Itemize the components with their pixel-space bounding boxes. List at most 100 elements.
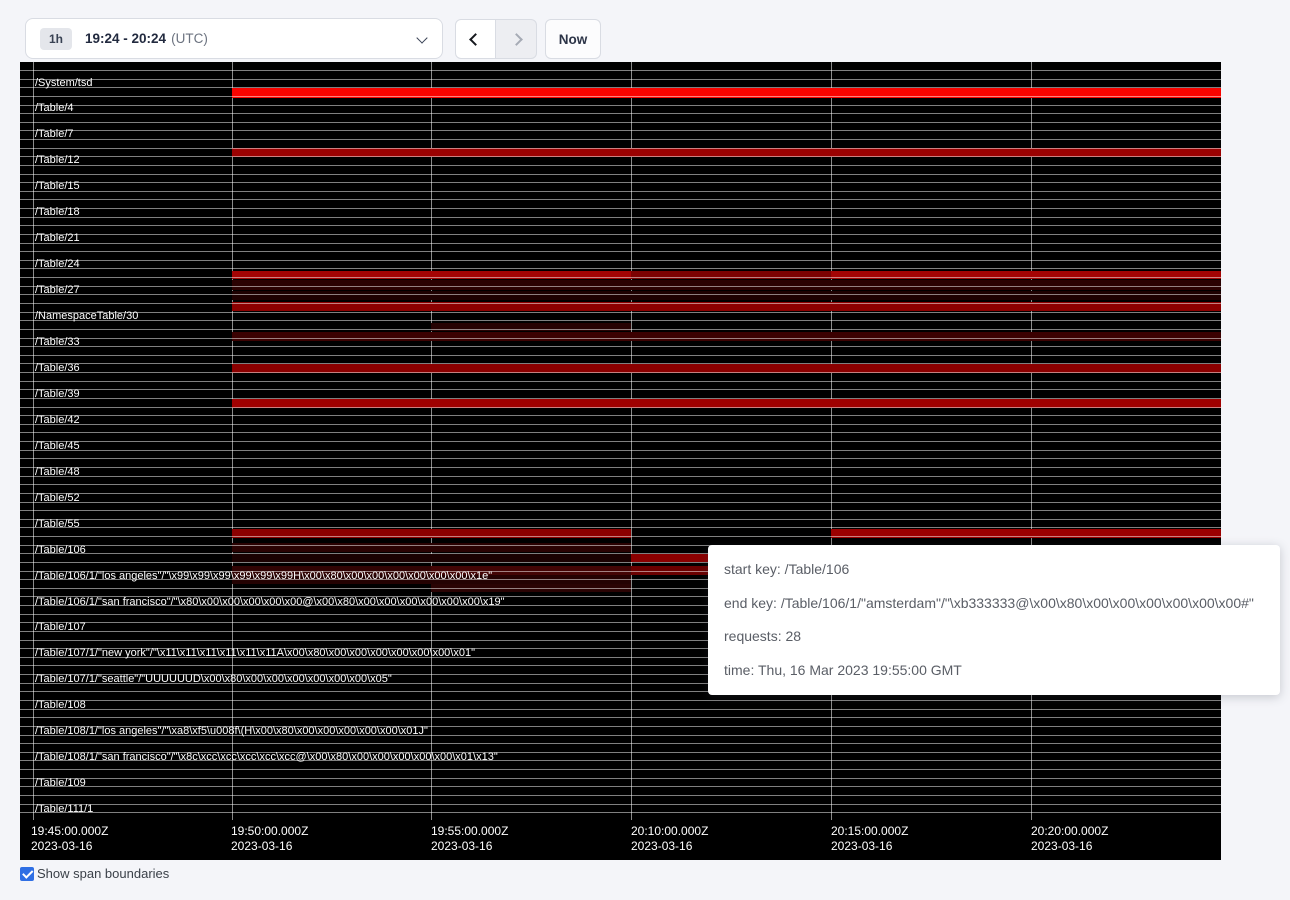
time-range-zone: (UTC) — [171, 31, 208, 46]
span-boundary-line — [20, 795, 1221, 796]
heatmap-row-label: /Table/106 — [35, 544, 86, 556]
heatmap-row-label: /Table/107/1/"seattle"/"UUUUUUD\x00\x80\… — [35, 673, 392, 685]
chevron-down-icon — [416, 32, 427, 43]
heatmap-band — [232, 554, 631, 562]
heatmap-band — [232, 332, 1221, 341]
heatmap-row-label: /Table/55 — [35, 518, 80, 530]
span-boundary-line — [20, 113, 1221, 114]
span-boundary-line — [20, 407, 1221, 408]
heatmap-row-label: /Table/48 — [35, 466, 80, 478]
span-boundary-line — [20, 338, 1221, 339]
time-range-text: 19:24 - 20:24 — [85, 31, 166, 46]
x-axis-tick: 19:50:00.000Z2023-03-16 — [231, 824, 308, 854]
span-boundary-line — [20, 804, 1221, 805]
heatmap-row-label: /Table/15 — [35, 180, 80, 192]
toolbar: 1h 19:24 - 20:24 (UTC) Now — [0, 0, 1290, 62]
x-axis-tick: 20:15:00.000Z2023-03-16 — [831, 824, 908, 854]
heatmap-row-label: /Table/24 — [35, 258, 80, 270]
key-visualizer-heatmap[interactable]: /System/tsd/Table/4/Table/7/Table/12/Tab… — [20, 62, 1221, 860]
span-boundary-line — [20, 105, 1221, 106]
span-boundary-line — [20, 96, 1221, 97]
span-boundary-line — [20, 493, 1221, 494]
x-axis-tick: 20:20:00.000Z2023-03-16 — [1031, 824, 1108, 854]
span-boundary-line — [20, 398, 1221, 399]
span-boundary-line — [20, 381, 1221, 382]
heatmap-row-label: /Table/106/1/"los angeles"/"\x99\x99\x99… — [35, 570, 492, 582]
span-boundary-line — [20, 217, 1221, 218]
span-boundary-line — [20, 251, 1221, 252]
span-boundary-line — [20, 277, 1221, 278]
heatmap-row-label: /Table/21 — [35, 232, 80, 244]
tooltip-requests: requests: 28 — [724, 620, 1264, 654]
x-axis-tick: 19:55:00.000Z2023-03-16 — [431, 824, 508, 854]
span-boundary-line — [20, 139, 1221, 140]
span-boundary-line — [20, 182, 1221, 183]
chevron-right-icon — [510, 33, 523, 46]
span-boundary-line — [20, 320, 1221, 321]
heatmap-row-label: /Table/4 — [35, 102, 74, 114]
heatmap-row-label: /Table/45 — [35, 440, 80, 452]
tooltip-time: time: Thu, 16 Mar 2023 19:55:00 GMT — [724, 654, 1264, 688]
span-boundary-line — [20, 502, 1221, 503]
heatmap-row-label: /Table/7 — [35, 128, 74, 140]
span-boundary-line — [20, 458, 1221, 459]
heatmap-row-label: /Table/36 — [35, 362, 80, 374]
span-boundary-line — [20, 130, 1221, 131]
heatmap-row-label: /System/tsd — [35, 77, 92, 89]
span-boundary-line — [20, 87, 1221, 88]
span-boundary-line — [20, 208, 1221, 209]
now-button[interactable]: Now — [545, 19, 601, 59]
span-boundary-line — [20, 79, 1221, 80]
span-boundary-line — [20, 312, 1221, 313]
time-range-selector[interactable]: 1h 19:24 - 20:24 (UTC) — [25, 18, 443, 59]
show-span-boundaries-checkbox[interactable] — [20, 867, 34, 881]
heatmap-row-label: /Table/111/1 — [35, 803, 93, 815]
span-boundary-line — [20, 286, 1221, 287]
span-boundary-line — [20, 700, 1221, 701]
footer: Show span boundaries — [20, 866, 169, 881]
span-boundary-line — [20, 769, 1221, 770]
span-boundary-line — [20, 156, 1221, 157]
heatmap-row-label: /Table/12 — [35, 154, 80, 166]
span-boundary-line — [20, 717, 1221, 718]
span-boundary-line — [20, 346, 1221, 347]
span-boundary-line — [20, 484, 1221, 485]
heatmap-row-label: /Table/52 — [35, 492, 80, 504]
span-boundary-line — [20, 812, 1221, 813]
next-range-button[interactable] — [496, 19, 537, 59]
span-boundary-line — [20, 268, 1221, 269]
span-boundary-line — [20, 786, 1221, 787]
span-boundary-line — [20, 329, 1221, 330]
heatmap-row-label: /Table/18 — [35, 206, 80, 218]
x-axis-tick: 20:10:00.000Z2023-03-16 — [631, 824, 708, 854]
time-nav-group — [455, 19, 537, 59]
span-boundary-line — [20, 424, 1221, 425]
span-boundary-line — [20, 294, 1221, 295]
span-boundary-line — [20, 510, 1221, 511]
span-boundary-line — [20, 450, 1221, 451]
span-boundary-line — [20, 743, 1221, 744]
x-axis-tick: 19:45:00.000Z2023-03-16 — [31, 824, 108, 854]
span-boundary-line — [20, 415, 1221, 416]
span-boundary-line — [20, 476, 1221, 477]
heatmap-row-label: /Table/109 — [35, 777, 86, 789]
span-boundary-line — [20, 243, 1221, 244]
chevron-left-icon — [469, 33, 482, 46]
heatmap-band — [232, 291, 1221, 300]
heatmap-row-label: /Table/107 — [35, 621, 86, 633]
heatmap-row-label: /Table/106/1/"san francisco"/"\x80\x00\x… — [35, 596, 505, 608]
span-boundary-line — [20, 70, 1221, 71]
show-span-boundaries-label: Show span boundaries — [37, 866, 169, 881]
heatmap-row-label: /Table/33 — [35, 336, 80, 348]
heatmap-row-label: /Table/39 — [35, 388, 80, 400]
span-boundary-line — [20, 519, 1221, 520]
span-boundary-line — [20, 389, 1221, 390]
span-boundary-line — [20, 191, 1221, 192]
span-boundary-line — [20, 372, 1221, 373]
span-boundary-line — [20, 199, 1221, 200]
span-boundary-line — [20, 441, 1221, 442]
span-boundary-line — [20, 536, 1221, 537]
span-boundary-line — [20, 467, 1221, 468]
tooltip-end-key: end key: /Table/106/1/"amsterdam"/"\xb33… — [724, 587, 1264, 621]
prev-range-button[interactable] — [455, 19, 496, 59]
